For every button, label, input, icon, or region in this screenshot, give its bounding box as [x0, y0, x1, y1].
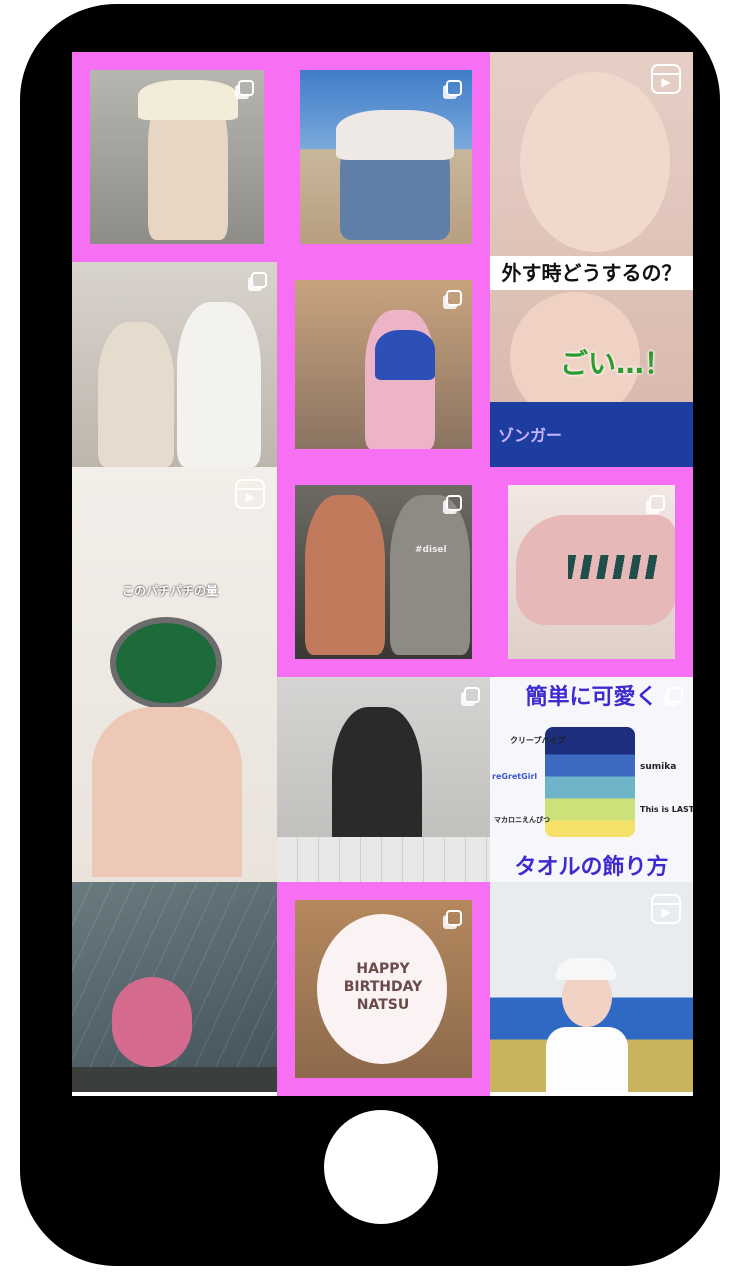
- photo-sneaker-stripes: [568, 555, 658, 579]
- post-caption-top: 簡単に可愛く: [525, 685, 658, 710]
- reel-icon: ▶: [235, 479, 265, 509]
- photo-character: [112, 977, 192, 1067]
- post-icon: [464, 687, 480, 703]
- profile-grid: 外す時どうするの？ ごい…！ ゾンガー ▶ このパチパチの量 ▶ #disel: [72, 52, 693, 1096]
- reel-caption: このパチパチの量: [122, 584, 219, 598]
- grid-post-5[interactable]: [277, 262, 490, 467]
- photo-jacket: [375, 330, 435, 380]
- post-icon: [251, 272, 267, 288]
- photo-ground: [72, 1067, 277, 1092]
- post-caption-bottom: タオルの飾り方: [514, 855, 669, 880]
- post-icon: [446, 495, 462, 511]
- grid-post-9[interactable]: [277, 677, 490, 882]
- towel-label-3: reGretGirl: [492, 772, 538, 781]
- post-icon: [667, 687, 683, 703]
- grid-reel-6[interactable]: このパチパチの量 ▶: [72, 467, 277, 882]
- photo-friends-tops: [336, 110, 454, 160]
- shirt-text: #disel: [415, 545, 447, 555]
- photo-skirt: [138, 80, 238, 120]
- grid-post-4[interactable]: [72, 262, 277, 467]
- photo-girl-right: [390, 495, 470, 655]
- photo-couple-left: [98, 322, 174, 467]
- post-icon: [446, 80, 462, 96]
- grid-reel-13[interactable]: ▶: [490, 882, 693, 1092]
- photo-floor: [277, 837, 490, 882]
- photo-girl-left: [305, 495, 385, 655]
- photo-face-top: [520, 72, 670, 252]
- grid-reel-3[interactable]: 外す時どうするの？ ごい…！ ゾンガー ▶: [490, 52, 693, 467]
- photo-couple-right: [177, 302, 261, 467]
- cake-text: HAPPY BIRTHDAY NATSU: [343, 961, 423, 1013]
- grid-post-1[interactable]: [72, 52, 282, 262]
- grid-post-12[interactable]: HAPPY BIRTHDAY NATSU: [277, 882, 490, 1096]
- post-icon: [446, 910, 462, 926]
- towel-label-4: This is LAST: [640, 805, 693, 814]
- towel-label-2: sumika: [640, 762, 677, 772]
- home-button[interactable]: [324, 1110, 438, 1224]
- post-icon: [238, 80, 254, 96]
- post-icon: [446, 290, 462, 306]
- photo-woman-body: [546, 1027, 628, 1092]
- grid-post-11[interactable]: [72, 882, 277, 1092]
- reel-caption-top: 外す時どうするの？: [490, 256, 693, 290]
- post-icon: [649, 495, 665, 511]
- towel-label-1: クリープハイプ: [510, 736, 566, 745]
- reel-icon: ▶: [651, 894, 681, 924]
- reel-icon: ▶: [651, 64, 681, 94]
- photo-jar: [110, 617, 222, 709]
- grid-post-8[interactable]: [490, 467, 693, 677]
- grid-post-2[interactable]: [282, 52, 490, 262]
- grid-post-7[interactable]: #disel: [277, 467, 490, 677]
- reel-caption-overlay: ごい…！: [560, 347, 673, 380]
- towel-label-5: マカロニえんぴつ: [494, 816, 550, 824]
- photo-woman-cap: [556, 958, 616, 980]
- shirt-text: ゾンガー: [498, 426, 563, 445]
- grid-post-10[interactable]: 簡単に可愛く クリープハイプ sumika reGretGirl This is…: [490, 677, 693, 882]
- photo-finger: [92, 707, 242, 877]
